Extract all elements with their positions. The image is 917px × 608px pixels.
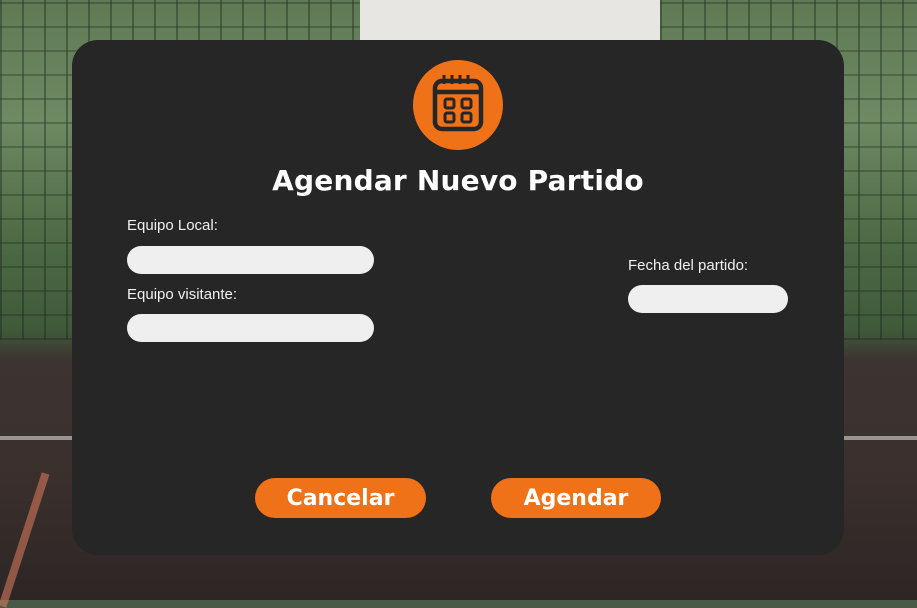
match-date-input[interactable] (628, 285, 788, 313)
home-team-input[interactable] (127, 246, 374, 274)
background-court-line-diagonal (0, 472, 50, 608)
schedule-match-dialog: Agendar Nuevo Partido Equipo Local: Equi… (72, 40, 844, 555)
calendar-icon (431, 73, 485, 137)
calendar-icon-badge (413, 60, 503, 150)
schedule-button[interactable]: Agendar (491, 478, 661, 518)
match-date-label: Fecha del partido: (628, 257, 749, 274)
away-team-label: Equipo visitante: (127, 286, 238, 303)
dialog-title: Agendar Nuevo Partido (272, 164, 644, 197)
cancel-button[interactable]: Cancelar (255, 478, 426, 518)
away-team-input[interactable] (127, 314, 374, 342)
home-team-label: Equipo Local: (127, 217, 218, 234)
